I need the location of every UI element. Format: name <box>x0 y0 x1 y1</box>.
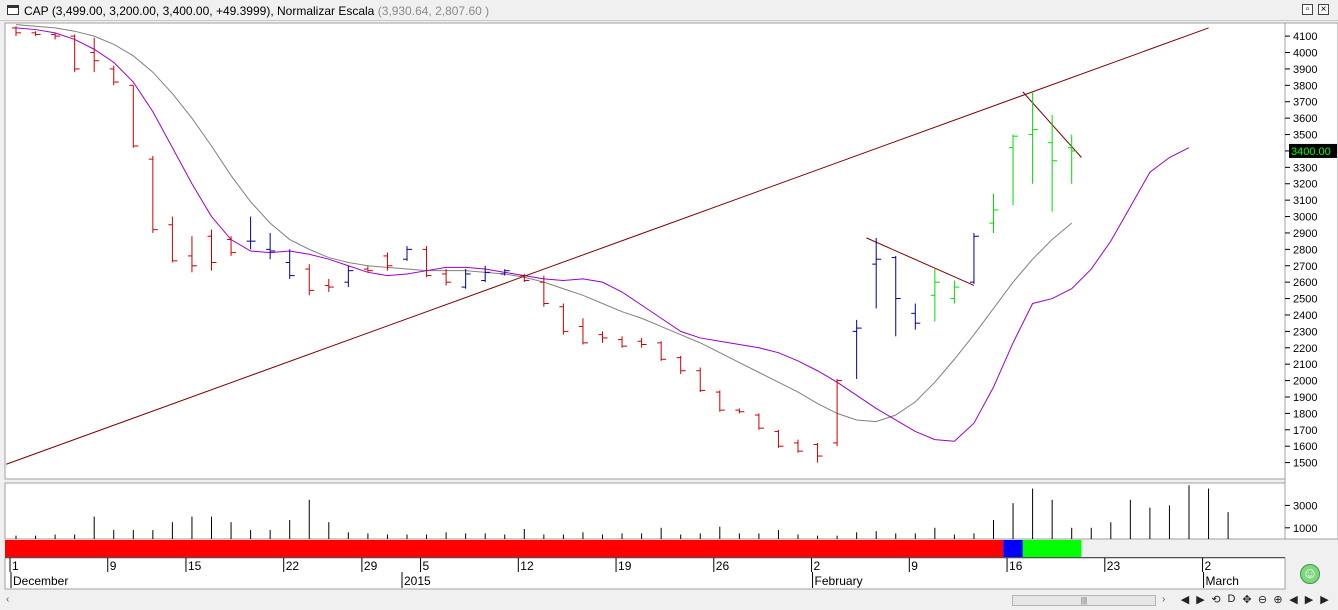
close-button[interactable]: × <box>1318 4 1329 15</box>
smiley-icon: ☺ <box>1300 564 1320 584</box>
scroll-right-icon[interactable]: › <box>1162 594 1165 605</box>
volume-panel <box>4 482 1286 540</box>
status-band-segment <box>1003 540 1023 557</box>
status-smiley: ☺ <box>1291 561 1337 589</box>
x-tick-label: 22 <box>286 559 300 573</box>
play-icon[interactable]: ▶ <box>1318 593 1332 606</box>
ohlc-readout: (3,499.00, 3,200.00, 3,400.00, +49.3999) <box>51 4 271 18</box>
x-tick-label: 29 <box>364 559 378 573</box>
y-tick-label: 3900 <box>1293 64 1317 76</box>
y-tick-label: 3500 <box>1293 130 1317 142</box>
x-tick-label: 5 <box>423 559 430 573</box>
step-right-icon[interactable]: ▶ <box>1302 593 1316 606</box>
reset-icon[interactable]: ⟲ <box>1209 593 1223 606</box>
x-tick-label: 1 <box>12 559 19 573</box>
chart-area[interactable]: 1500 1600 1700 1800 1900 2000 2100 2200 2300 2400… <box>0 21 1338 591</box>
x-tick-label: 26 <box>716 559 730 573</box>
nav-right-icon[interactable]: ▶ <box>1194 593 1208 606</box>
scale-range: (3,930.64, 2,807.60 ) <box>377 4 490 18</box>
status-band-segment <box>5 540 1004 557</box>
x-tick-label: 16 <box>1009 559 1023 573</box>
y-tick-label: 1600 <box>1293 441 1317 453</box>
x-tick-label: 15 <box>188 559 202 573</box>
month-label: December <box>13 574 68 588</box>
x-tick-label: 9 <box>911 559 918 573</box>
y-tick-label: 1700 <box>1293 425 1317 437</box>
y-tick-label: 2200 <box>1293 343 1317 355</box>
draw-icon[interactable]: D <box>1225 593 1239 605</box>
y-tick-label: 2400 <box>1293 310 1317 322</box>
y-tick-label: 1500 <box>1293 458 1317 470</box>
window-icon <box>7 5 19 15</box>
last-price-label: 3400.00 <box>1291 146 1331 158</box>
y-tick-label: 2900 <box>1293 228 1317 240</box>
x-tick-label: 2 <box>814 559 821 573</box>
x-tick-label: 12 <box>520 559 534 573</box>
y-tick-label: 3300 <box>1293 162 1317 174</box>
x-tick-label: 9 <box>110 559 117 573</box>
y-tick-label: 3700 <box>1293 97 1317 109</box>
price-panel <box>4 22 1286 480</box>
window-title: CAP (3,499.00, 3,200.00, 3,400.00, +49.3… <box>24 4 490 18</box>
y-tick-label: 1900 <box>1293 392 1317 404</box>
month-label: March <box>1206 574 1239 588</box>
volume-y-tick-label: 1000 <box>1293 523 1317 535</box>
y-tick-label: 3100 <box>1293 195 1317 207</box>
y-tick-label: 3200 <box>1293 179 1317 191</box>
x-tick-label: 19 <box>618 559 632 573</box>
step-left-icon[interactable]: ◀ <box>1287 593 1301 606</box>
volume-y-tick-label: 3000 <box>1293 500 1317 512</box>
bottom-scrollbar[interactable]: ‹ ||| › ◀ ▶ ⟲ D ✥ ⊖ ⊕ ◀ ▶ ▶ <box>0 591 1338 610</box>
zoom-in-icon[interactable]: ⊕ <box>1271 593 1285 606</box>
y-tick-label: 3800 <box>1293 80 1317 92</box>
symbol-label: CAP <box>24 4 49 18</box>
y-tick-label: 2600 <box>1293 277 1317 289</box>
y-tick-label: 2800 <box>1293 244 1317 256</box>
restore-button[interactable]: ▫ <box>1302 4 1313 15</box>
scroll-left-icon[interactable]: ‹ <box>6 594 9 605</box>
status-band-segment <box>1022 540 1082 557</box>
x-tick-label: 23 <box>1107 559 1121 573</box>
x-tick-label: 2 <box>1205 559 1212 573</box>
y-tick-label: 4100 <box>1293 31 1317 43</box>
y-tick-label: 1800 <box>1293 408 1317 420</box>
y-tick-label: 3600 <box>1293 113 1317 125</box>
month-label: February <box>815 574 863 588</box>
scale-label: Normalizar Escala <box>277 4 375 18</box>
scroll-thumb[interactable]: ||| <box>1012 595 1156 606</box>
y-tick-label: 2000 <box>1293 376 1317 388</box>
pan-icon[interactable]: ✥ <box>1240 593 1254 606</box>
y-tick-label: 2300 <box>1293 326 1317 338</box>
y-tick-label: 3000 <box>1293 212 1317 224</box>
y-tick-label: 4000 <box>1293 48 1317 60</box>
price-chart-svg[interactable]: 1500160017001800190020002100220023002400… <box>0 21 1338 591</box>
y-tick-label: 2100 <box>1293 359 1317 371</box>
y-tick-label: 2700 <box>1293 261 1317 273</box>
y-tick-label: 2500 <box>1293 294 1317 306</box>
window-titlebar: CAP (3,499.00, 3,200.00, 3,400.00, +49.3… <box>0 0 1338 21</box>
month-label: 2015 <box>404 574 431 588</box>
nav-left-icon[interactable]: ◀ <box>1178 593 1192 606</box>
zoom-out-icon[interactable]: ⊖ <box>1256 593 1270 606</box>
